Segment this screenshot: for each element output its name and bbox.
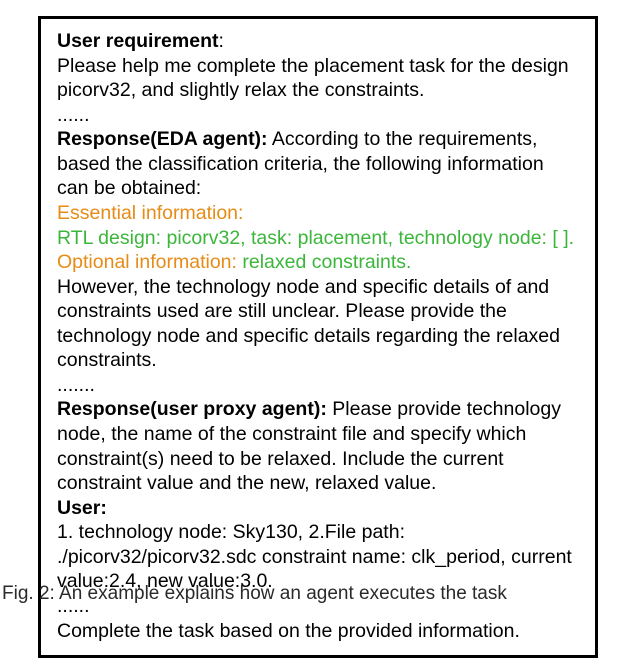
- response-eda-line: Response(EDA agent): According to the re…: [57, 128, 544, 199]
- optional-information-line: Optional information: relaxed constraint…: [57, 251, 411, 273]
- figure-caption-text: An example explains how an agent execute…: [55, 583, 507, 604]
- ellipsis-1: ......: [57, 103, 579, 128]
- essential-information-label: Essential information:: [57, 201, 579, 226]
- response-proxy-label: Response(user proxy agent):: [57, 398, 327, 420]
- however-text: However, the technology node and specifi…: [57, 275, 579, 373]
- figure-caption: Fig. 2: An example explains how an agent…: [2, 582, 638, 606]
- response-eda-label: Response(EDA agent):: [57, 128, 268, 150]
- user-requirement-text: Please help me complete the placement ta…: [57, 54, 579, 103]
- optional-information-value: relaxed constraints.: [237, 251, 412, 273]
- complete-task-line: Complete the task based on the provided …: [57, 619, 579, 644]
- user-label: User:: [57, 496, 579, 521]
- response-proxy-line: Response(user proxy agent): Please provi…: [57, 398, 561, 494]
- dialogue-transcript-box: User requirement: Please help me complet…: [38, 16, 598, 658]
- figure-caption-label: Fig. 2:: [2, 583, 55, 604]
- colon: :: [218, 30, 223, 52]
- optional-information-label: Optional information:: [57, 251, 237, 273]
- rtl-design-line: RTL design: picorv32, task: placement, t…: [57, 226, 579, 251]
- user-requirement-label: User requirement: [57, 30, 218, 52]
- ellipsis-2: .......: [57, 373, 579, 398]
